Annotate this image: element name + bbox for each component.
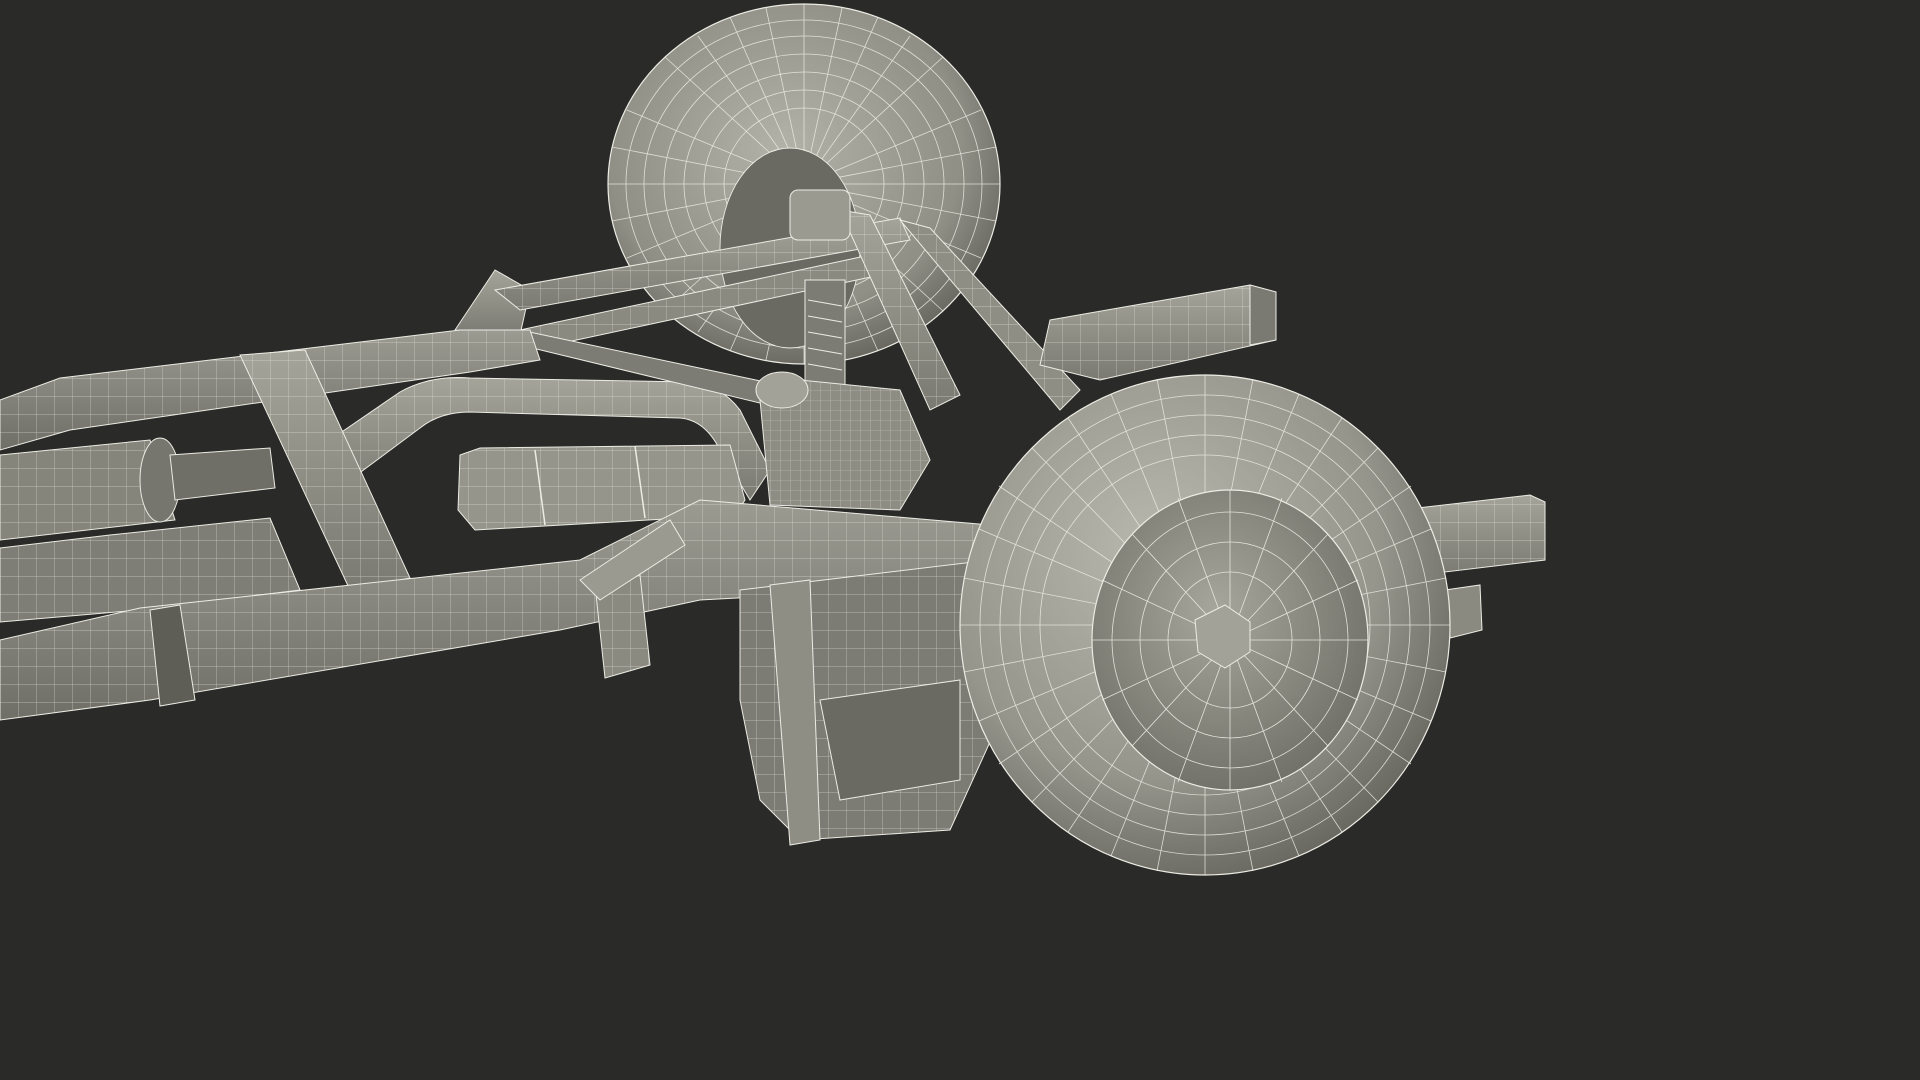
render-viewport bbox=[0, 0, 1568, 882]
frame-rail-rear-right bbox=[1039, 284, 1277, 381]
wheel-near bbox=[959, 374, 1451, 876]
chassis-render bbox=[0, 3, 1546, 876]
differential-housing bbox=[755, 371, 931, 511]
